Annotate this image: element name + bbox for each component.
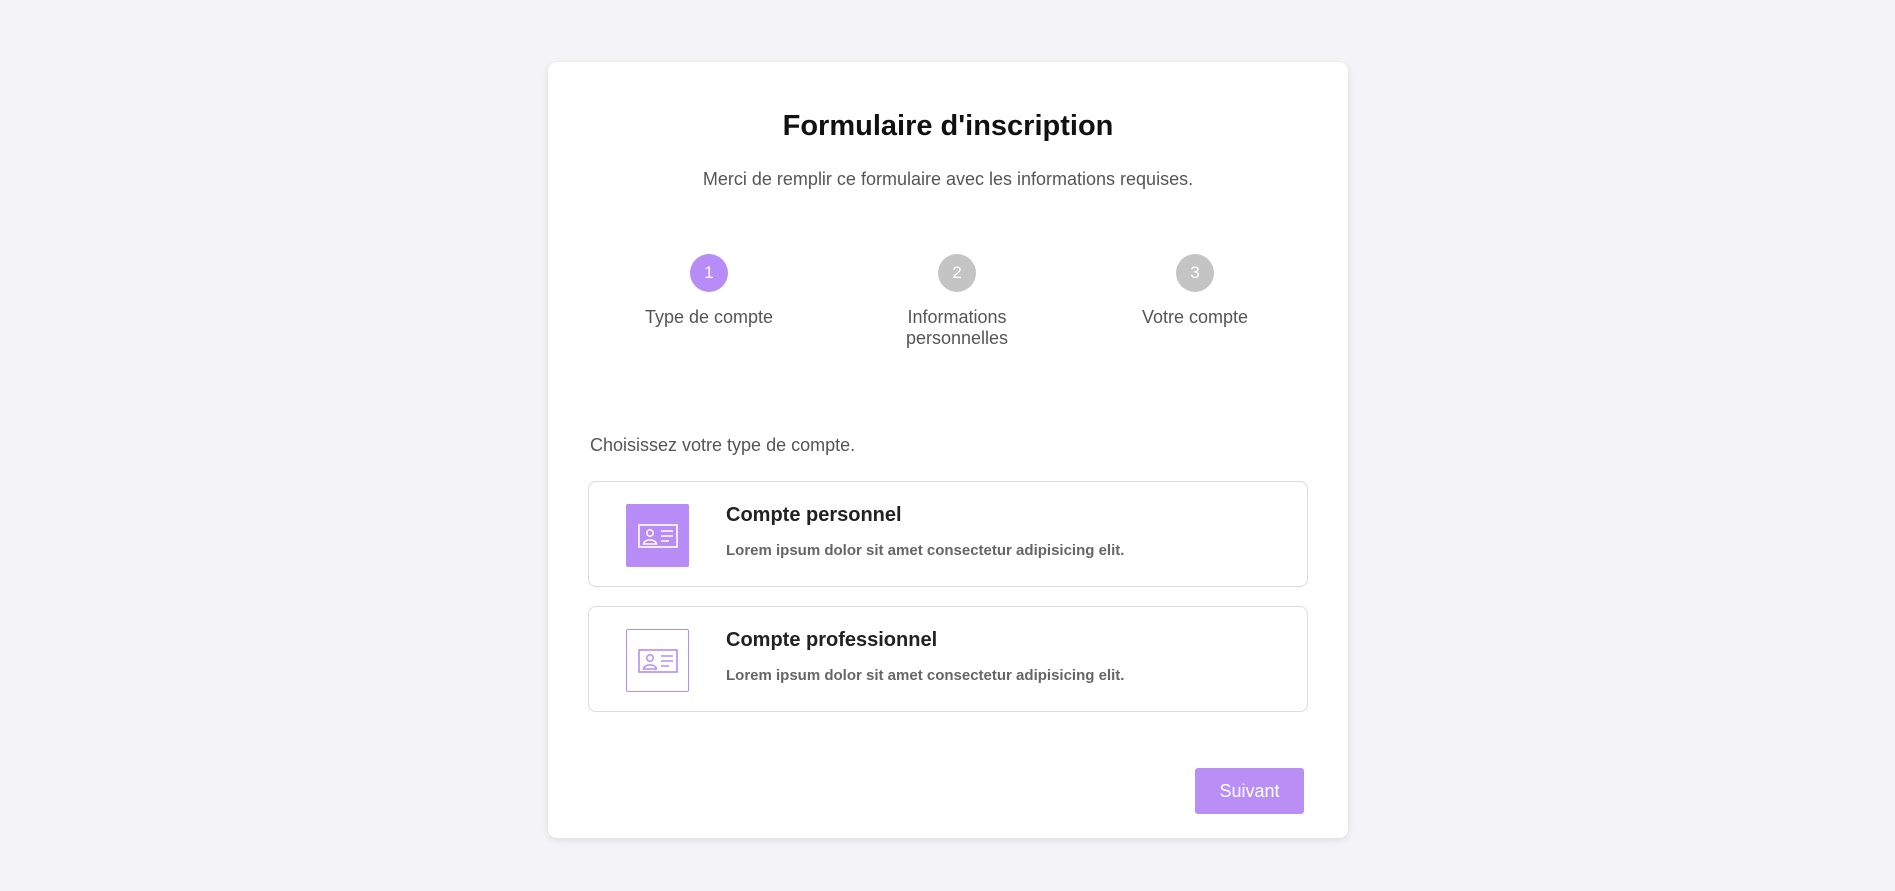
step-number-badge: 1: [690, 254, 728, 292]
step-personal-info[interactable]: 2 Informations personnelles: [857, 254, 1057, 349]
next-button[interactable]: Suivant: [1195, 768, 1304, 814]
id-card-icon: [626, 629, 689, 692]
step-label: Votre compte: [1141, 307, 1249, 327]
page-subtitle: Merci de remplir ce formulaire avec les …: [702, 169, 1194, 189]
option-professional-account[interactable]: Compte professionnel Lorem ipsum dolor s…: [588, 606, 1308, 712]
step-number-badge: 2: [938, 254, 976, 292]
step-label: Type de compte: [644, 307, 774, 327]
option-title: Compte personnel: [726, 504, 902, 526]
option-description: Lorem ipsum dolor sit amet consectetur a…: [726, 542, 1125, 559]
page-title: Formulaire d'inscription: [782, 110, 1114, 142]
option-title: Compte professionnel: [726, 629, 938, 651]
id-card-icon: [626, 504, 689, 567]
account-type-prompt: Choisissez votre type de compte.: [590, 435, 856, 455]
option-description: Lorem ipsum dolor sit amet consectetur a…: [726, 667, 1125, 684]
step-label: Informations personnelles: [905, 307, 1009, 348]
step-number-badge: 3: [1176, 254, 1214, 292]
step-account-type[interactable]: 1 Type de compte: [609, 254, 809, 328]
registration-card: Formulaire d'inscription Merci de rempli…: [548, 62, 1348, 838]
option-personal-account[interactable]: Compte personnel Lorem ipsum dolor sit a…: [588, 481, 1308, 587]
step-your-account[interactable]: 3 Votre compte: [1095, 254, 1295, 328]
